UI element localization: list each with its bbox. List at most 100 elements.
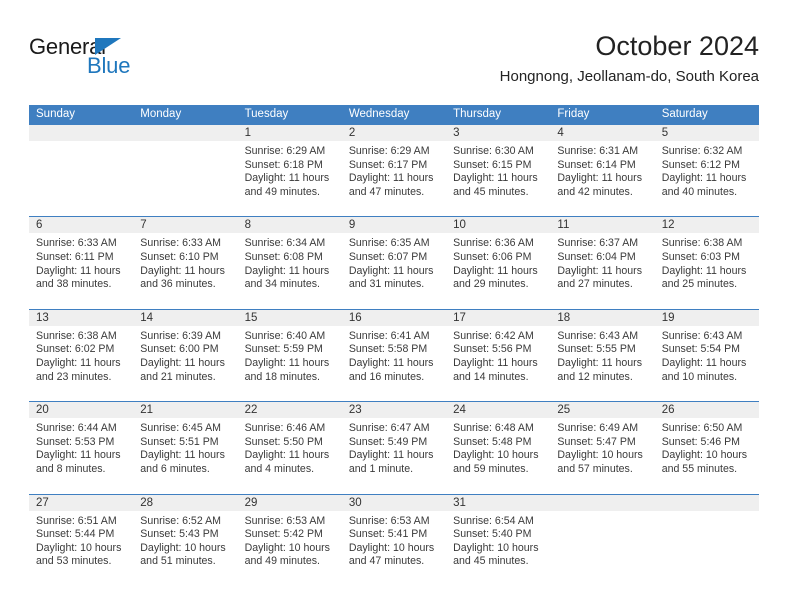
day-cell[interactable]: 25 Sunrise: 6:49 AM Sunset: 5:47 PM Dayligh…: [550, 402, 655, 493]
day-cell[interactable]: 19 Sunrise: 6:43 AM Sunset: 5:54 PM Dayligh…: [654, 309, 759, 401]
sunset-text: Sunset: 6:02 PM: [36, 343, 115, 356]
day-details: Sunrise: 6:51 AM Sunset: 5:44 PM Daylight:…: [29, 511, 133, 569]
day-number: [29, 125, 134, 141]
day-cell[interactable]: 24 Sunrise: 6:48 AM Sunset: 5:48 PM Dayligh…: [446, 402, 551, 493]
day-details: Sunrise: 6:29 AM Sunset: 6:17 PM Daylight:…: [342, 141, 446, 199]
day-number: 8: [237, 217, 342, 234]
day-details: Sunrise: 6:44 AM Sunset: 5:53 PM Daylight:…: [29, 418, 133, 476]
sunset-text: Sunset: 5:41 PM: [348, 528, 428, 541]
day-cell[interactable]: 10 Sunrise: 6:36 AM Sunset: 6:06 PM Dayligh…: [446, 217, 551, 308]
day-number: 5: [654, 125, 759, 141]
day-cell[interactable]: 26 Sunrise: 6:50 AM Sunset: 5:46 PM Dayligh…: [654, 402, 759, 493]
sunrise-text: Sunrise: 6:42 AM: [453, 329, 534, 342]
day-number: 23: [341, 402, 447, 419]
day-cell[interactable]: 2 Sunrise: 6:29 AM Sunset: 6:17 PM Daylight…: [341, 125, 447, 216]
day-cell[interactable]: 22 Sunrise: 6:46 AM Sunset: 5:50 PM Dayligh…: [237, 402, 342, 493]
sunrise-text: Sunrise: 6:29 AM: [244, 145, 326, 157]
calendar-week-row: 13 Sunrise: 6:38 AM Sunset: 6:02 PM Dayligh…: [29, 308, 759, 401]
day-details: Sunrise: 6:41 AM Sunset: 5:58 PM Daylight:…: [342, 326, 446, 384]
day-cell[interactable]: 5 Sunrise: 6:32 AM Sunset: 6:12 PM Daylight…: [654, 125, 759, 216]
daylight-text: Daylight: 11 hours and 31 minutes.: [348, 264, 434, 291]
dow-wednesday: Wednesday: [348, 108, 410, 120]
daylight-text: Daylight: 11 hours and 40 minutes.: [661, 172, 747, 198]
day-cell[interactable]: 29 Sunrise: 6:53 AM Sunset: 5:42 PM Dayligh…: [237, 494, 342, 586]
day-cell[interactable]: 6 Sunrise: 6:33 AM Sunset: 6:11 PM Daylight…: [29, 217, 134, 308]
sunset-text: Sunset: 6:10 PM: [140, 250, 219, 263]
day-details: Sunrise: 6:38 AM Sunset: 6:02 PM Daylight:…: [29, 326, 133, 384]
day-cell[interactable]: 20 Sunrise: 6:44 AM Sunset: 5:53 PM Dayligh…: [29, 402, 134, 493]
sunset-text: Sunset: 5:59 PM: [244, 343, 323, 356]
day-details: Sunrise: 6:29 AM Sunset: 6:18 PM Daylight:…: [238, 141, 342, 199]
day-cell[interactable]: 27 Sunrise: 6:51 AM Sunset: 5:44 PM Dayligh…: [29, 494, 134, 586]
general-blue-logo: General Blue: [29, 34, 169, 82]
sunrise-text: Sunrise: 6:47 AM: [348, 422, 430, 435]
calendar-week-row: 20 Sunrise: 6:44 AM Sunset: 5:53 PM Dayligh…: [29, 401, 759, 493]
day-number: 7: [133, 217, 238, 234]
day-number: 30: [341, 494, 447, 511]
sunset-text: Sunset: 5:48 PM: [453, 435, 532, 448]
day-details: Sunrise: 6:38 AM Sunset: 6:03 PM Daylight:…: [655, 233, 759, 291]
day-number: 21: [133, 402, 238, 419]
day-number: 15: [237, 309, 342, 326]
day-details: Sunrise: 6:34 AM Sunset: 6:08 PM Daylight:…: [238, 233, 342, 291]
sunset-text: Sunset: 5:56 PM: [453, 343, 532, 356]
day-number: 11: [550, 217, 655, 234]
sunset-text: Sunset: 6:04 PM: [557, 250, 636, 263]
sunset-text: Sunset: 6:08 PM: [244, 250, 323, 263]
sunrise-text: Sunrise: 6:37 AM: [557, 237, 639, 250]
day-cell-empty: [133, 125, 238, 216]
day-details: Sunrise: 6:30 AM Sunset: 6:15 PM Daylight:…: [446, 141, 550, 199]
sunset-text: Sunset: 5:55 PM: [557, 343, 636, 356]
day-number: 10: [446, 217, 551, 234]
day-number: 20: [29, 402, 134, 419]
day-cell[interactable]: 7 Sunrise: 6:33 AM Sunset: 6:10 PM Daylight…: [133, 217, 238, 308]
sunset-text: Sunset: 6:17 PM: [348, 158, 428, 171]
day-cell[interactable]: 16 Sunrise: 6:41 AM Sunset: 5:58 PM Dayligh…: [341, 309, 447, 401]
sunset-text: Sunset: 6:03 PM: [661, 250, 741, 263]
day-details: Sunrise: 6:40 AM Sunset: 5:59 PM Daylight:…: [238, 326, 342, 384]
sunrise-text: Sunrise: 6:40 AM: [244, 329, 326, 342]
day-cell[interactable]: 28 Sunrise: 6:52 AM Sunset: 5:43 PM Dayligh…: [133, 494, 238, 586]
daylight-text: Daylight: 10 hours and 53 minutes.: [36, 541, 122, 568]
sunrise-text: Sunrise: 6:51 AM: [36, 514, 117, 527]
day-cell[interactable]: 1 Sunrise: 6:29 AM Sunset: 6:18 PM Daylight…: [237, 125, 342, 216]
dow-saturday: Saturday: [661, 108, 708, 120]
sunrise-text: Sunrise: 6:48 AM: [453, 422, 534, 435]
day-cell[interactable]: 14 Sunrise: 6:39 AM Sunset: 6:00 PM Dayligh…: [133, 309, 238, 401]
day-cell[interactable]: 18 Sunrise: 6:43 AM Sunset: 5:55 PM Dayligh…: [550, 309, 655, 401]
day-cell[interactable]: 11 Sunrise: 6:37 AM Sunset: 6:04 PM Dayligh…: [550, 217, 655, 308]
sunset-text: Sunset: 6:00 PM: [140, 343, 219, 356]
day-cell[interactable]: 17 Sunrise: 6:42 AM Sunset: 5:56 PM Dayligh…: [446, 309, 551, 401]
sunset-text: Sunset: 6:15 PM: [453, 158, 532, 171]
day-details: Sunrise: 6:36 AM Sunset: 6:06 PM Daylight:…: [446, 233, 550, 291]
page-subtitle: Hongnong, Jeollanam-do, South Korea: [499, 68, 759, 85]
daylight-text: Daylight: 11 hours and 34 minutes.: [244, 264, 330, 291]
sunrise-text: Sunrise: 6:38 AM: [36, 329, 117, 342]
calendar-weeks: 1 Sunrise: 6:29 AM Sunset: 6:18 PM Daylight…: [29, 124, 759, 586]
day-cell[interactable]: 9 Sunrise: 6:35 AM Sunset: 6:07 PM Daylight…: [341, 217, 447, 308]
day-cell[interactable]: 13 Sunrise: 6:38 AM Sunset: 6:02 PM Dayligh…: [29, 309, 134, 401]
day-cell[interactable]: 12 Sunrise: 6:38 AM Sunset: 6:03 PM Dayligh…: [654, 217, 759, 308]
day-cell-empty: [654, 494, 759, 586]
day-details: Sunrise: 6:49 AM Sunset: 5:47 PM Daylight:…: [550, 418, 654, 476]
day-details: Sunrise: 6:53 AM Sunset: 5:41 PM Daylight:…: [342, 511, 446, 569]
day-details: Sunrise: 6:45 AM Sunset: 5:51 PM Daylight:…: [133, 418, 237, 476]
day-cell[interactable]: 31 Sunrise: 6:54 AM Sunset: 5:40 PM Dayligh…: [446, 494, 551, 586]
calendar-week-row: 27 Sunrise: 6:51 AM Sunset: 5:44 PM Dayligh…: [29, 493, 759, 586]
sunrise-text: Sunrise: 6:34 AM: [244, 237, 326, 250]
day-number: 3: [446, 125, 551, 141]
sunrise-text: Sunrise: 6:38 AM: [661, 237, 743, 250]
day-number: 28: [133, 494, 238, 511]
daylight-text: Daylight: 11 hours and 14 minutes.: [453, 356, 538, 383]
daylight-text: Daylight: 10 hours and 59 minutes.: [453, 449, 539, 475]
day-cell[interactable]: 4 Sunrise: 6:31 AM Sunset: 6:14 PM Daylight…: [550, 125, 655, 216]
daylight-text: Daylight: 10 hours and 45 minutes.: [453, 541, 539, 568]
day-cell[interactable]: 15 Sunrise: 6:40 AM Sunset: 5:59 PM Dayligh…: [237, 309, 342, 401]
sunrise-text: Sunrise: 6:41 AM: [348, 329, 430, 342]
day-cell[interactable]: 21 Sunrise: 6:45 AM Sunset: 5:51 PM Dayligh…: [133, 402, 238, 493]
dow-sunday: Sunday: [36, 108, 76, 120]
day-cell[interactable]: 30 Sunrise: 6:53 AM Sunset: 5:41 PM Dayligh…: [341, 494, 447, 586]
day-cell[interactable]: 23 Sunrise: 6:47 AM Sunset: 5:49 PM Dayligh…: [341, 402, 447, 493]
day-cell[interactable]: 8 Sunrise: 6:34 AM Sunset: 6:08 PM Daylight…: [237, 217, 342, 308]
day-cell[interactable]: 3 Sunrise: 6:30 AM Sunset: 6:15 PM Daylight…: [446, 125, 551, 216]
